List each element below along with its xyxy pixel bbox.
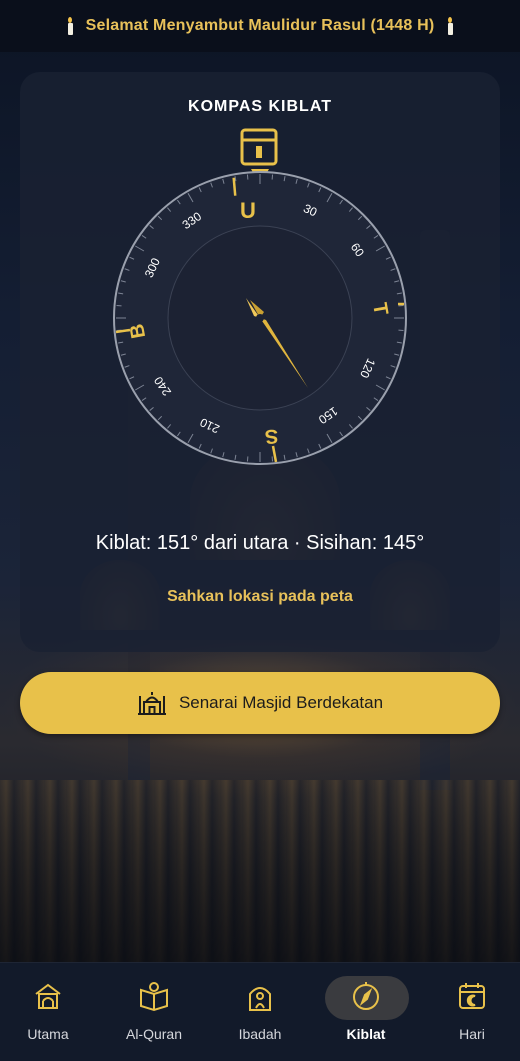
nav-label: Kiblat	[314, 1026, 418, 1042]
qibla-compass-card: KOMPAS KIBLAT 3060120150210240300330 U T…	[20, 72, 500, 652]
home-mosque-icon	[32, 980, 64, 1012]
prayer-icon	[244, 980, 276, 1012]
nav-label: Utama	[0, 1026, 100, 1042]
banner-text: Selamat Menyambut Maulidur Rasul (1448 H…	[86, 17, 435, 35]
calendar-icon	[456, 980, 488, 1012]
nav-item-ibadah[interactable]: Ibadah	[208, 962, 312, 1060]
nav-item-utama[interactable]: Utama	[0, 962, 100, 1060]
qibla-info: Kiblat: 151° dari utara · Sisihan: 145°	[20, 532, 500, 555]
cardinal-south: S	[264, 424, 279, 447]
nearby-mosques-label: Senarai Masjid Berdekatan	[179, 693, 383, 713]
qibla-compass[interactable]: 3060120150210240300330 U T S B	[20, 72, 500, 512]
nearby-mosques-button[interactable]: Senarai Masjid Berdekatan	[20, 672, 500, 734]
cardinal-north: U	[240, 198, 256, 223]
nav-label: Al-Quran	[102, 1026, 206, 1042]
announcement-banner: Selamat Menyambut Maulidur Rasul (1448 H…	[0, 0, 520, 52]
nav-item-kiblat[interactable]: Kiblat	[314, 962, 418, 1060]
nav-item-hari[interactable]: Hari	[420, 962, 520, 1060]
nav-item-al-quran[interactable]: Al-Quran	[102, 962, 206, 1060]
nav-label: Ibadah	[208, 1026, 312, 1042]
compass-icon	[350, 980, 382, 1012]
nav-label: Hari	[420, 1026, 520, 1042]
quran-icon	[138, 980, 170, 1012]
verify-location-link[interactable]: Sahkan lokasi pada peta	[20, 588, 500, 606]
candle-icon	[66, 17, 74, 35]
mosque-icon	[137, 690, 167, 716]
candle-icon	[446, 17, 454, 35]
